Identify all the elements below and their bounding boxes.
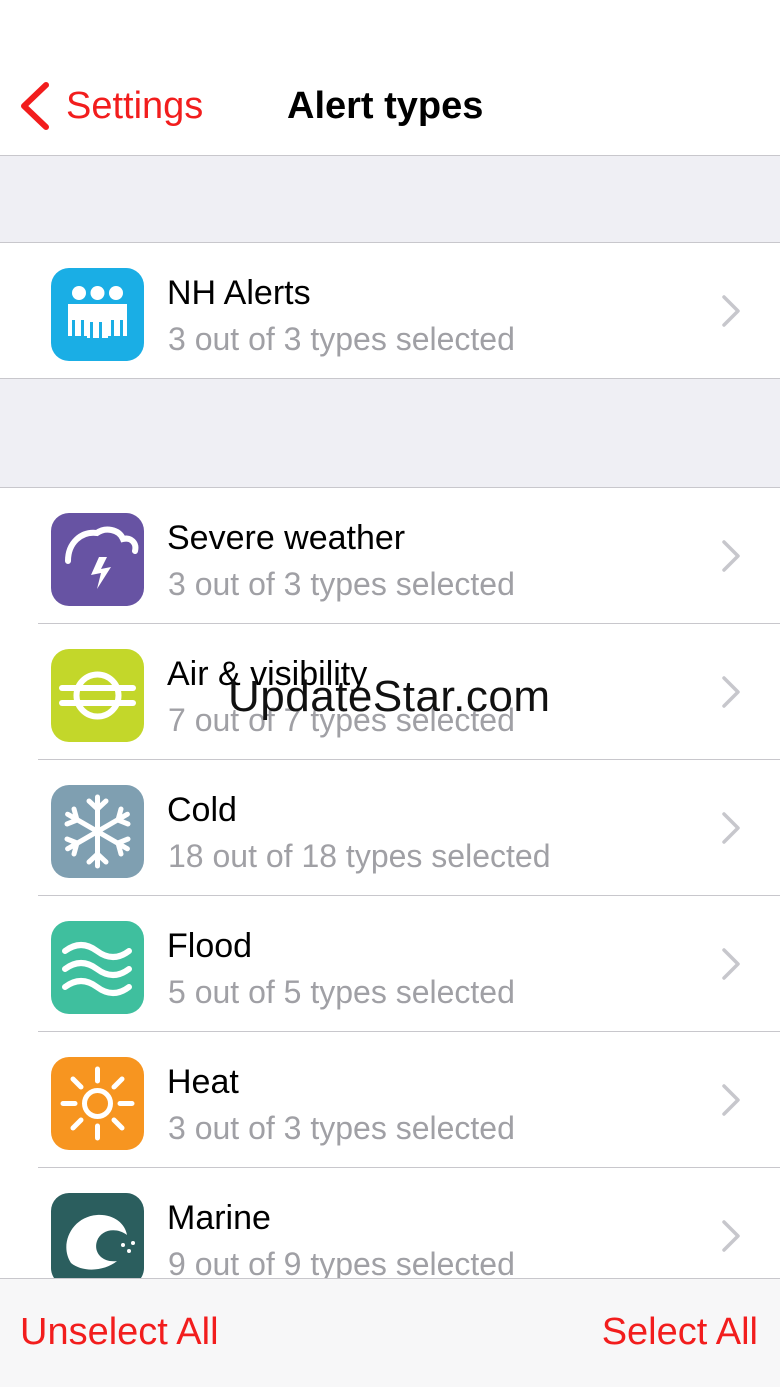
unselect-all-button[interactable]: Unselect All: [20, 1307, 219, 1357]
waves-icon: [51, 921, 144, 1014]
snowflake-icon: [51, 785, 144, 878]
page-title: Alert types: [287, 85, 484, 127]
bottom-toolbar: Unselect All Select All: [0, 1278, 780, 1387]
list-item-flood[interactable]: Flood 5 out of 5 types selected: [0, 896, 780, 1032]
chevron-right-icon: [722, 1084, 740, 1116]
storm-icon: [51, 513, 144, 606]
list-item-subtitle: 7 out of 7 types selected: [168, 702, 515, 738]
nh-alerts-group: NH Alerts 3 out of 3 types selected: [0, 242, 780, 379]
list-item-cold[interactable]: Cold 18 out of 18 types selected: [0, 760, 780, 896]
list-item-title: Heat: [167, 1063, 239, 1101]
list-item-marine[interactable]: Marine 9 out of 9 types selected: [0, 1168, 780, 1278]
fog-icon: [51, 649, 144, 742]
list-item-subtitle: 3 out of 3 types selected: [168, 1110, 515, 1146]
navigation-bar: Settings Alert types: [0, 0, 780, 156]
chevron-right-icon: [722, 948, 740, 980]
chevron-right-icon: [722, 1220, 740, 1252]
list-item-title: Flood: [167, 927, 253, 965]
back-button-label: Settings: [66, 84, 204, 127]
list-item-title: Severe weather: [167, 519, 406, 557]
list-item-title: Air & visibility: [167, 655, 368, 693]
list-item-subtitle: 18 out of 18 types selected: [168, 838, 551, 874]
list-item-title: Cold: [167, 791, 237, 829]
chevron-right-icon: [722, 540, 740, 572]
list-item-severe-weather[interactable]: Severe weather 3 out of 3 types selected: [0, 488, 780, 624]
list-item-air-visibility[interactable]: Air & visibility 7 out of 7 types select…: [0, 624, 780, 760]
chevron-right-icon: [722, 676, 740, 708]
list-item-title: Marine: [167, 1199, 271, 1237]
back-button[interactable]: Settings: [18, 78, 203, 134]
chevron-right-icon: [722, 295, 740, 327]
chevron-left-icon: [21, 82, 49, 130]
wave-icon: [51, 1193, 144, 1278]
list-item-subtitle: 3 out of 3 types selected: [168, 566, 515, 602]
list-item-heat[interactable]: Heat 3 out of 3 types selected: [0, 1032, 780, 1168]
alert-list-viewport[interactable]: Severe weather 3 out of 3 types selected…: [0, 487, 780, 1278]
list-item-subtitle: 9 out of 9 types selected: [168, 1246, 515, 1278]
chevron-right-icon: [722, 812, 740, 844]
people-icon: [51, 268, 144, 361]
select-all-button[interactable]: Select All: [602, 1307, 758, 1357]
alert-types-group: Severe weather 3 out of 3 types selected…: [0, 487, 780, 1278]
sun-icon: [51, 1057, 144, 1150]
list-item-nh-alerts[interactable]: NH Alerts 3 out of 3 types selected: [0, 243, 780, 379]
list-item-subtitle: 3 out of 3 types selected: [168, 321, 515, 357]
list-item-subtitle: 5 out of 5 types selected: [168, 974, 515, 1010]
list-item-title: NH Alerts: [167, 274, 311, 312]
